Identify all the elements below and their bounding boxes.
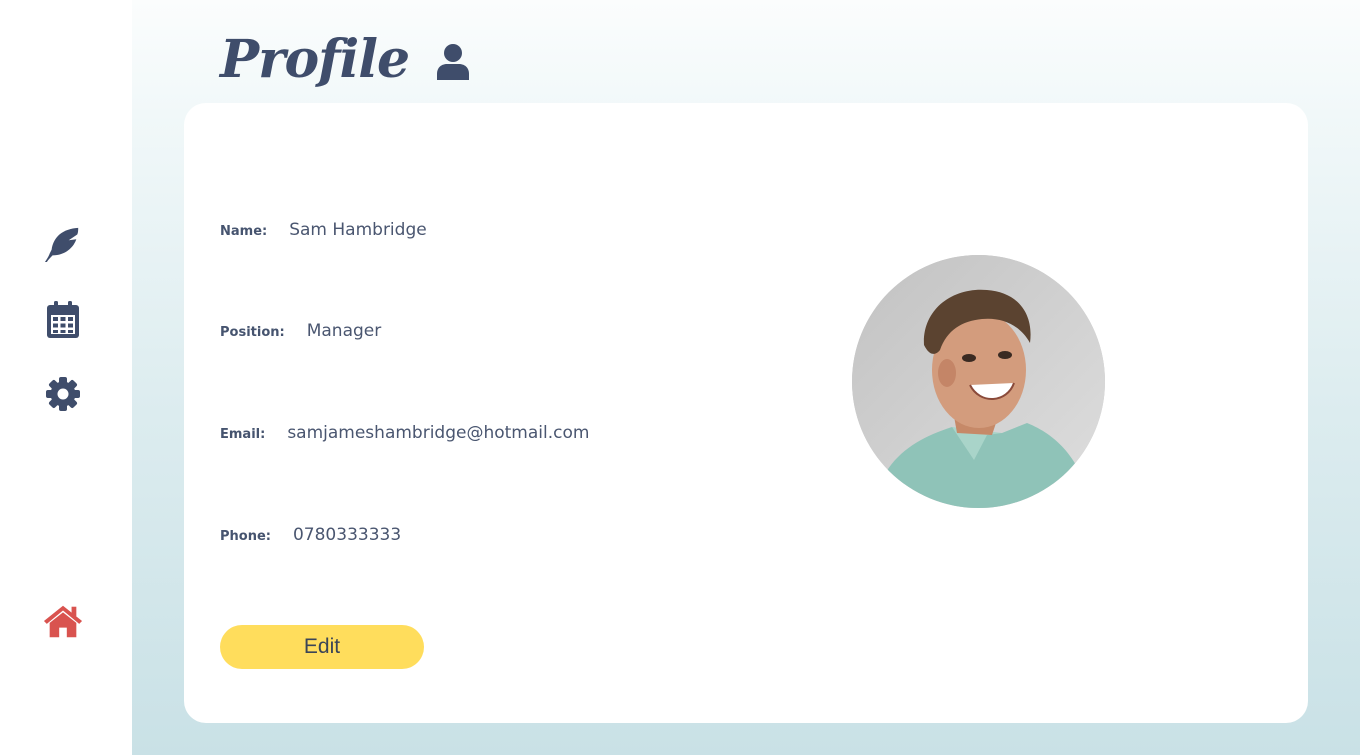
email-row: Email: samjameshambridge@hotmail.com	[220, 423, 589, 443]
edit-button[interactable]: Edit	[220, 625, 424, 669]
page-header: Profile	[220, 24, 470, 94]
main-content: Profile Name: Sam Hambridge Position: Ma…	[132, 0, 1360, 755]
calendar-icon	[47, 301, 79, 338]
position-value: Manager	[306, 321, 382, 341]
sidebar-item-settings[interactable]	[43, 374, 83, 414]
name-label: Name:	[220, 224, 268, 239]
sidebar-item-calendar[interactable]	[43, 300, 83, 340]
avatar	[852, 255, 1105, 508]
user-icon	[437, 44, 470, 80]
email-label: Email:	[220, 427, 266, 442]
name-value: Sam Hambridge	[289, 220, 427, 240]
phone-value: 0780333333	[292, 525, 402, 545]
email-value: samjameshambridge@hotmail.com	[287, 423, 590, 443]
phone-label: Phone:	[220, 529, 271, 544]
name-row: Name: Sam Hambridge	[220, 220, 427, 240]
sidebar-item-home[interactable]	[43, 601, 83, 641]
position-row: Position: Manager	[220, 321, 381, 341]
profile-photo	[852, 255, 1105, 508]
gear-icon	[46, 377, 80, 411]
page-title: Profile	[220, 28, 410, 90]
home-icon	[43, 605, 83, 638]
sidebar-item-feather[interactable]	[43, 224, 83, 264]
profile-card: Name: Sam Hambridge Position: Manager Em…	[184, 103, 1308, 723]
position-label: Position:	[220, 325, 285, 340]
phone-row: Phone: 0780333333	[220, 525, 401, 545]
feather-icon	[44, 227, 79, 263]
sidebar	[0, 0, 132, 755]
